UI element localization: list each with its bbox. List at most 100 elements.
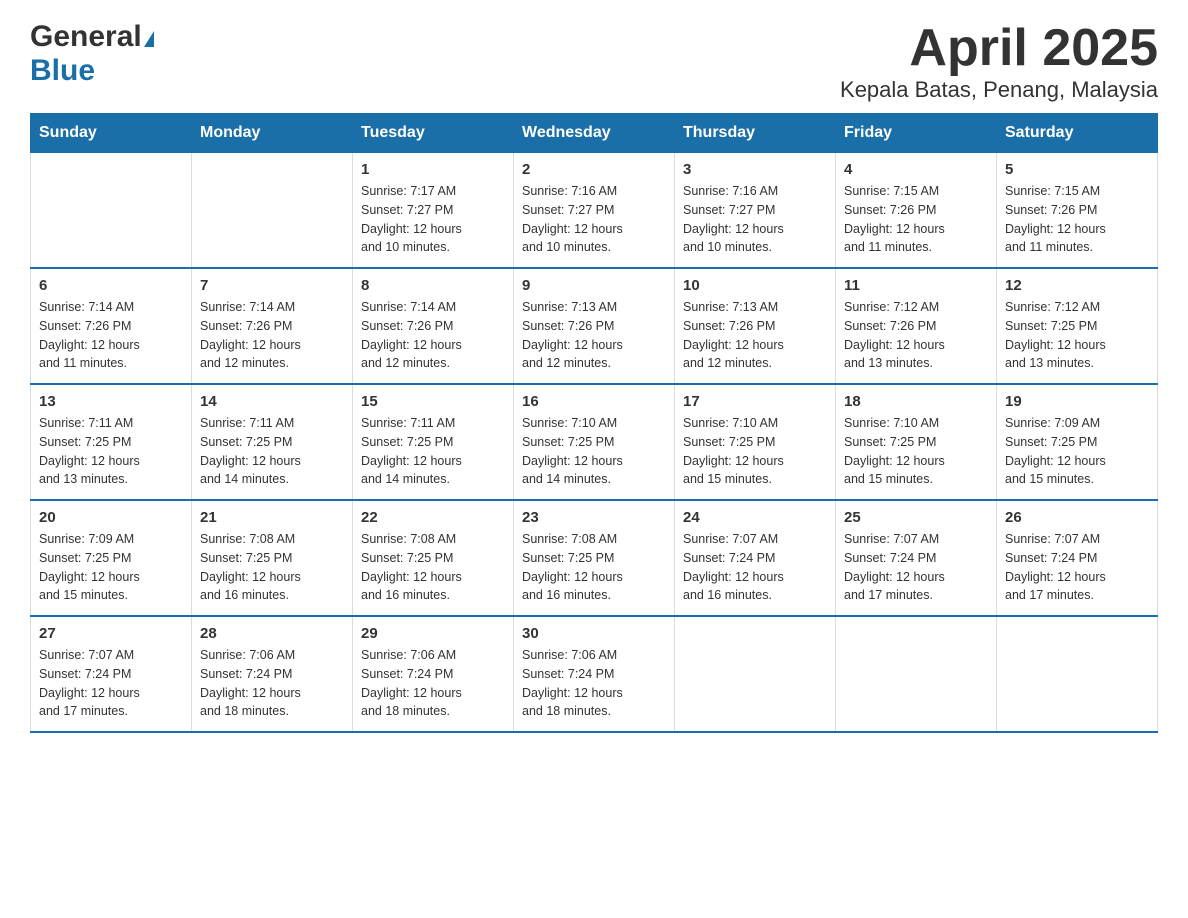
day-info: Sunrise: 7:06 AM Sunset: 7:24 PM Dayligh… bbox=[522, 646, 666, 721]
day-number: 24 bbox=[683, 509, 827, 526]
day-number: 15 bbox=[361, 393, 505, 410]
page-title: April 2025 bbox=[840, 20, 1158, 77]
day-number: 16 bbox=[522, 393, 666, 410]
day-info: Sunrise: 7:15 AM Sunset: 7:26 PM Dayligh… bbox=[1005, 182, 1149, 257]
calendar-day-cell: 4 Sunrise: 7:15 AM Sunset: 7:26 PM Daylig… bbox=[836, 153, 997, 269]
day-info: Sunrise: 7:14 AM Sunset: 7:26 PM Dayligh… bbox=[200, 298, 344, 373]
day-info: Sunrise: 7:13 AM Sunset: 7:26 PM Dayligh… bbox=[522, 298, 666, 373]
calendar-day-cell: 30 Sunrise: 7:06 AM Sunset: 7:24 PM Dayli… bbox=[514, 616, 675, 732]
day-number: 2 bbox=[522, 161, 666, 178]
day-number: 29 bbox=[361, 625, 505, 642]
calendar-day-cell: 7 Sunrise: 7:14 AM Sunset: 7:26 PM Daylig… bbox=[192, 268, 353, 384]
day-info: Sunrise: 7:11 AM Sunset: 7:25 PM Dayligh… bbox=[361, 414, 505, 489]
day-number: 6 bbox=[39, 277, 183, 294]
day-info: Sunrise: 7:11 AM Sunset: 7:25 PM Dayligh… bbox=[200, 414, 344, 489]
title-block: April 2025 Kepala Batas, Penang, Malaysi… bbox=[840, 20, 1158, 103]
day-number: 17 bbox=[683, 393, 827, 410]
calendar-day-cell: 20 Sunrise: 7:09 AM Sunset: 7:25 PM Dayli… bbox=[31, 500, 192, 616]
calendar-day-cell: 11 Sunrise: 7:12 AM Sunset: 7:26 PM Dayli… bbox=[836, 268, 997, 384]
logo: General Blue bbox=[30, 20, 154, 88]
header-row: SundayMondayTuesdayWednesdayThursdayFrid… bbox=[31, 114, 1158, 153]
calendar-day-cell: 15 Sunrise: 7:11 AM Sunset: 7:25 PM Dayli… bbox=[353, 384, 514, 500]
calendar-day-cell bbox=[836, 616, 997, 732]
day-info: Sunrise: 7:10 AM Sunset: 7:25 PM Dayligh… bbox=[683, 414, 827, 489]
day-number: 14 bbox=[200, 393, 344, 410]
calendar-day-cell: 12 Sunrise: 7:12 AM Sunset: 7:25 PM Dayli… bbox=[997, 268, 1158, 384]
day-number: 21 bbox=[200, 509, 344, 526]
calendar-day-cell: 28 Sunrise: 7:06 AM Sunset: 7:24 PM Dayli… bbox=[192, 616, 353, 732]
calendar-day-cell: 27 Sunrise: 7:07 AM Sunset: 7:24 PM Dayli… bbox=[31, 616, 192, 732]
calendar-day-cell: 13Sunrise: 7:11 AM Sunset: 7:25 PM Dayli… bbox=[31, 384, 192, 500]
day-of-week-header: Tuesday bbox=[353, 114, 514, 153]
calendar-week-row: 27 Sunrise: 7:07 AM Sunset: 7:24 PM Dayli… bbox=[31, 616, 1158, 732]
calendar-day-cell bbox=[192, 153, 353, 269]
day-number: 22 bbox=[361, 509, 505, 526]
day-number: 8 bbox=[361, 277, 505, 294]
day-info: Sunrise: 7:08 AM Sunset: 7:25 PM Dayligh… bbox=[200, 530, 344, 605]
day-info: Sunrise: 7:16 AM Sunset: 7:27 PM Dayligh… bbox=[683, 182, 827, 257]
calendar-day-cell: 8 Sunrise: 7:14 AM Sunset: 7:26 PM Daylig… bbox=[353, 268, 514, 384]
day-info: Sunrise: 7:09 AM Sunset: 7:25 PM Dayligh… bbox=[1005, 414, 1149, 489]
day-number: 30 bbox=[522, 625, 666, 642]
day-info: Sunrise: 7:08 AM Sunset: 7:25 PM Dayligh… bbox=[361, 530, 505, 605]
calendar-day-cell: 6Sunrise: 7:14 AM Sunset: 7:26 PM Daylig… bbox=[31, 268, 192, 384]
calendar-day-cell bbox=[31, 153, 192, 269]
day-info: Sunrise: 7:15 AM Sunset: 7:26 PM Dayligh… bbox=[844, 182, 988, 257]
day-number: 26 bbox=[1005, 509, 1149, 526]
calendar-day-cell bbox=[675, 616, 836, 732]
day-number: 18 bbox=[844, 393, 988, 410]
calendar-day-cell: 16Sunrise: 7:10 AM Sunset: 7:25 PM Dayli… bbox=[514, 384, 675, 500]
page-header: General Blue April 2025 Kepala Batas, Pe… bbox=[30, 20, 1158, 103]
day-number: 7 bbox=[200, 277, 344, 294]
day-info: Sunrise: 7:07 AM Sunset: 7:24 PM Dayligh… bbox=[844, 530, 988, 605]
calendar-day-cell: 9 Sunrise: 7:13 AM Sunset: 7:26 PM Daylig… bbox=[514, 268, 675, 384]
logo-blue-text: Blue bbox=[30, 54, 95, 87]
calendar-day-cell: 1 Sunrise: 7:17 AM Sunset: 7:27 PM Daylig… bbox=[353, 153, 514, 269]
calendar-day-cell: 19Sunrise: 7:09 AM Sunset: 7:25 PM Dayli… bbox=[997, 384, 1158, 500]
day-number: 1 bbox=[361, 161, 505, 178]
day-of-week-header: Monday bbox=[192, 114, 353, 153]
day-info: Sunrise: 7:14 AM Sunset: 7:26 PM Dayligh… bbox=[361, 298, 505, 373]
day-number: 20 bbox=[39, 509, 183, 526]
day-info: Sunrise: 7:12 AM Sunset: 7:25 PM Dayligh… bbox=[1005, 298, 1149, 373]
calendar-day-cell: 23 Sunrise: 7:08 AM Sunset: 7:25 PM Dayli… bbox=[514, 500, 675, 616]
day-number: 5 bbox=[1005, 161, 1149, 178]
calendar-header: SundayMondayTuesdayWednesdayThursdayFrid… bbox=[31, 114, 1158, 153]
day-info: Sunrise: 7:13 AM Sunset: 7:26 PM Dayligh… bbox=[683, 298, 827, 373]
day-info: Sunrise: 7:06 AM Sunset: 7:24 PM Dayligh… bbox=[200, 646, 344, 721]
day-number: 25 bbox=[844, 509, 988, 526]
calendar-day-cell: 24 Sunrise: 7:07 AM Sunset: 7:24 PM Dayli… bbox=[675, 500, 836, 616]
calendar-body: 1 Sunrise: 7:17 AM Sunset: 7:27 PM Daylig… bbox=[31, 153, 1158, 733]
day-number: 28 bbox=[200, 625, 344, 642]
day-number: 11 bbox=[844, 277, 988, 294]
day-info: Sunrise: 7:12 AM Sunset: 7:26 PM Dayligh… bbox=[844, 298, 988, 373]
day-info: Sunrise: 7:10 AM Sunset: 7:25 PM Dayligh… bbox=[844, 414, 988, 489]
day-number: 9 bbox=[522, 277, 666, 294]
day-info: Sunrise: 7:17 AM Sunset: 7:27 PM Dayligh… bbox=[361, 182, 505, 257]
day-number: 3 bbox=[683, 161, 827, 178]
day-number: 12 bbox=[1005, 277, 1149, 294]
day-info: Sunrise: 7:16 AM Sunset: 7:27 PM Dayligh… bbox=[522, 182, 666, 257]
day-info: Sunrise: 7:07 AM Sunset: 7:24 PM Dayligh… bbox=[683, 530, 827, 605]
day-number: 4 bbox=[844, 161, 988, 178]
day-number: 23 bbox=[522, 509, 666, 526]
day-info: Sunrise: 7:09 AM Sunset: 7:25 PM Dayligh… bbox=[39, 530, 183, 605]
page-subtitle: Kepala Batas, Penang, Malaysia bbox=[840, 77, 1158, 103]
logo-general-text: General bbox=[30, 20, 142, 54]
calendar-day-cell: 17 Sunrise: 7:10 AM Sunset: 7:25 PM Dayli… bbox=[675, 384, 836, 500]
calendar-day-cell: 14 Sunrise: 7:11 AM Sunset: 7:25 PM Dayli… bbox=[192, 384, 353, 500]
day-info: Sunrise: 7:11 AM Sunset: 7:25 PM Dayligh… bbox=[39, 414, 183, 489]
day-info: Sunrise: 7:08 AM Sunset: 7:25 PM Dayligh… bbox=[522, 530, 666, 605]
day-of-week-header: Wednesday bbox=[514, 114, 675, 153]
calendar-day-cell: 10 Sunrise: 7:13 AM Sunset: 7:26 PM Dayli… bbox=[675, 268, 836, 384]
calendar-day-cell bbox=[997, 616, 1158, 732]
calendar-week-row: 6 Sunrise: 7:14 AM Sunset: 7:26 PM Daylig… bbox=[31, 268, 1158, 384]
calendar-day-cell: 29Sunrise: 7:06 AM Sunset: 7:24 PM Dayli… bbox=[353, 616, 514, 732]
day-of-week-header: Sunday bbox=[31, 114, 192, 153]
calendar-week-row: 1 Sunrise: 7:17 AM Sunset: 7:27 PM Daylig… bbox=[31, 153, 1158, 269]
calendar-day-cell: 5 Sunrise: 7:15 AM Sunset: 7:26 PM Daylig… bbox=[997, 153, 1158, 269]
day-info: Sunrise: 7:07 AM Sunset: 7:24 PM Dayligh… bbox=[39, 646, 183, 721]
day-of-week-header: Thursday bbox=[675, 114, 836, 153]
day-number: 27 bbox=[39, 625, 183, 642]
day-number: 10 bbox=[683, 277, 827, 294]
